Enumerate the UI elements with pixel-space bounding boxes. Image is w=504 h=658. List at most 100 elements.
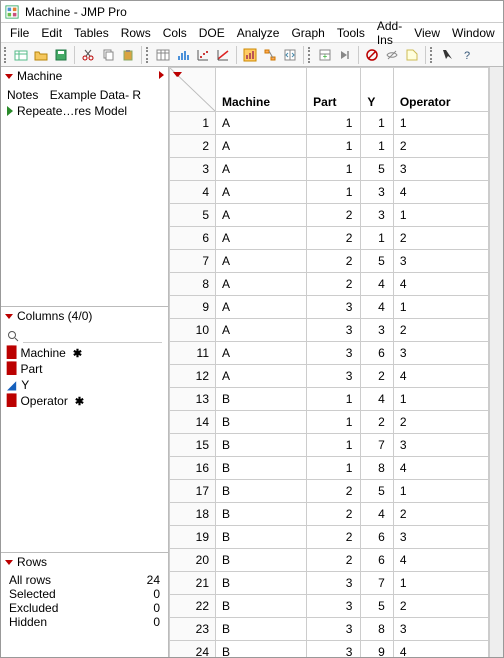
cell-part[interactable]: 2 [307, 526, 361, 549]
cell-operator[interactable]: 2 [393, 135, 488, 158]
cell-machine[interactable]: A [216, 273, 307, 296]
distribution-icon[interactable] [174, 46, 192, 64]
table-row[interactable]: 9A341 [170, 296, 489, 319]
cell-machine[interactable]: B [216, 618, 307, 641]
rows-stat-hidden[interactable]: Hidden0 [7, 615, 162, 629]
cell-y[interactable]: 5 [361, 480, 393, 503]
cell-part[interactable]: 3 [307, 365, 361, 388]
menu-window[interactable]: Window [447, 25, 500, 41]
graph-builder-icon[interactable] [241, 46, 259, 64]
cell-operator[interactable]: 4 [393, 457, 488, 480]
row-number[interactable]: 7 [170, 250, 216, 273]
cell-y[interactable]: 6 [361, 526, 393, 549]
row-number[interactable]: 5 [170, 204, 216, 227]
cut-icon[interactable] [79, 46, 97, 64]
cell-operator[interactable]: 4 [393, 365, 488, 388]
row-number[interactable]: 13 [170, 388, 216, 411]
cell-machine[interactable]: A [216, 112, 307, 135]
cell-part[interactable]: 3 [307, 296, 361, 319]
menu-analyze[interactable]: Analyze [232, 25, 285, 41]
row-number[interactable]: 3 [170, 158, 216, 181]
cell-operator[interactable]: 2 [393, 595, 488, 618]
cell-y[interactable]: 4 [361, 273, 393, 296]
cell-part[interactable]: 1 [307, 112, 361, 135]
cell-operator[interactable]: 3 [393, 618, 488, 641]
cell-operator[interactable]: 1 [393, 480, 488, 503]
cell-y[interactable]: 4 [361, 503, 393, 526]
row-number[interactable]: 6 [170, 227, 216, 250]
cell-operator[interactable]: 1 [393, 388, 488, 411]
row-number[interactable]: 1 [170, 112, 216, 135]
column-search-input[interactable] [23, 329, 162, 343]
table-row[interactable]: 16B184 [170, 457, 489, 480]
cell-operator[interactable]: 3 [393, 342, 488, 365]
row-number[interactable]: 19 [170, 526, 216, 549]
cell-part[interactable]: 1 [307, 181, 361, 204]
cell-machine[interactable]: A [216, 135, 307, 158]
search-icon[interactable] [7, 330, 19, 342]
table-row[interactable]: 11A363 [170, 342, 489, 365]
cell-y[interactable]: 4 [361, 296, 393, 319]
cell-part[interactable]: 1 [307, 135, 361, 158]
cell-machine[interactable]: B [216, 526, 307, 549]
cell-part[interactable]: 3 [307, 572, 361, 595]
cell-operator[interactable]: 2 [393, 411, 488, 434]
column-header-part[interactable]: Part [307, 68, 361, 112]
menu-view[interactable]: View [409, 25, 445, 41]
table-panel-disclosure-icon[interactable] [5, 74, 13, 79]
cell-part[interactable]: 1 [307, 158, 361, 181]
table-row[interactable]: 2A112 [170, 135, 489, 158]
cell-operator[interactable]: 4 [393, 181, 488, 204]
rows-panel-disclosure-icon[interactable] [5, 560, 13, 565]
cell-y[interactable]: 1 [361, 227, 393, 250]
column-item-y[interactable]: ◢Y [7, 377, 162, 393]
row-number[interactable]: 20 [170, 549, 216, 572]
cell-y[interactable]: 7 [361, 434, 393, 457]
notes-row[interactable]: Notes Example Data- R [7, 87, 162, 103]
table-row[interactable]: 1A111 [170, 112, 489, 135]
menu-rows[interactable]: Rows [116, 25, 156, 41]
column-header-operator[interactable]: Operator [393, 68, 488, 112]
cell-y[interactable]: 7 [361, 572, 393, 595]
copy-icon[interactable] [99, 46, 117, 64]
cell-part[interactable]: 2 [307, 503, 361, 526]
menu-tools[interactable]: Tools [332, 25, 370, 41]
row-number[interactable]: 2 [170, 135, 216, 158]
menu-tables[interactable]: Tables [69, 25, 114, 41]
workflow-icon[interactable] [261, 46, 279, 64]
cell-machine[interactable]: B [216, 434, 307, 457]
last-icon[interactable] [336, 46, 354, 64]
cell-machine[interactable]: A [216, 296, 307, 319]
table-row[interactable]: 18B242 [170, 503, 489, 526]
table-row[interactable]: 12A324 [170, 365, 489, 388]
cell-y[interactable]: 5 [361, 250, 393, 273]
cell-part[interactable]: 1 [307, 434, 361, 457]
cell-y[interactable]: 8 [361, 618, 393, 641]
vertical-scrollbar[interactable] [489, 67, 503, 657]
cell-operator[interactable]: 2 [393, 503, 488, 526]
row-number[interactable]: 14 [170, 411, 216, 434]
table-row[interactable]: 10A332 [170, 319, 489, 342]
cell-machine[interactable]: B [216, 457, 307, 480]
cell-part[interactable]: 3 [307, 641, 361, 658]
cell-machine[interactable]: B [216, 549, 307, 572]
help-tool-icon[interactable]: ? [458, 46, 476, 64]
table-row[interactable]: 17B251 [170, 480, 489, 503]
columns-panel-disclosure-icon[interactable] [5, 314, 13, 319]
fit-y-by-x-icon[interactable] [194, 46, 212, 64]
cell-machine[interactable]: A [216, 227, 307, 250]
row-number[interactable]: 8 [170, 273, 216, 296]
rows-stat-all-rows[interactable]: All rows24 [7, 573, 162, 587]
table-row[interactable]: 13B141 [170, 388, 489, 411]
cell-machine[interactable]: B [216, 480, 307, 503]
cell-part[interactable]: 2 [307, 549, 361, 572]
cell-y[interactable]: 1 [361, 135, 393, 158]
cell-y[interactable]: 2 [361, 411, 393, 434]
cell-part[interactable]: 3 [307, 618, 361, 641]
cell-y[interactable]: 3 [361, 181, 393, 204]
cell-part[interactable]: 2 [307, 227, 361, 250]
menu-addins[interactable]: Add-Ins [372, 18, 407, 48]
table-row[interactable]: 8A244 [170, 273, 489, 296]
table-row[interactable]: 6A212 [170, 227, 489, 250]
cell-machine[interactable]: A [216, 181, 307, 204]
